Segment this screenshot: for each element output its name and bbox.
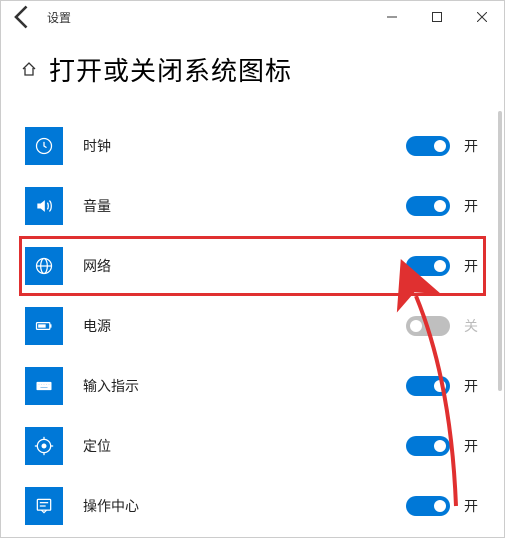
setting-row-input: 输入指示 开 <box>19 356 486 416</box>
toggle-state-label: 开 <box>464 376 486 396</box>
setting-row-network: 网络 开 <box>19 236 486 296</box>
toggle-input[interactable] <box>406 376 450 396</box>
window-title: 设置 <box>47 9 71 26</box>
location-icon <box>25 427 63 465</box>
toggle-state-label: 开 <box>464 256 486 276</box>
page-title: 打开或关闭系统图标 <box>49 51 292 88</box>
setting-label: 音量 <box>83 196 406 216</box>
minimize-button[interactable] <box>369 1 414 33</box>
setting-label: 输入指示 <box>83 376 406 396</box>
toggle-clock[interactable] <box>406 136 450 156</box>
toggle-location[interactable] <box>406 436 450 456</box>
toggle-action[interactable] <box>406 496 450 516</box>
setting-label: 定位 <box>83 436 406 456</box>
clock-icon <box>25 127 63 165</box>
network-icon <box>25 247 63 285</box>
setting-row-location: 定位 开 <box>19 416 486 476</box>
toggle-volume[interactable] <box>406 196 450 216</box>
scrollbar[interactable] <box>498 111 502 391</box>
page-header: 打开或关闭系统图标 <box>1 33 504 116</box>
power-icon <box>25 307 63 345</box>
maximize-button[interactable] <box>414 1 459 33</box>
setting-row-clock: 时钟 开 <box>19 116 486 176</box>
setting-row-volume: 音量 开 <box>19 176 486 236</box>
toggle-power[interactable] <box>406 316 450 336</box>
setting-label: 电源 <box>83 316 406 336</box>
toggle-network[interactable] <box>406 256 450 276</box>
setting-label: 时钟 <box>83 136 406 156</box>
setting-row-power: 电源 关 <box>19 296 486 356</box>
setting-row-action: 操作中心 开 <box>19 476 486 536</box>
home-icon[interactable] <box>21 61 37 82</box>
toggle-state-label: 开 <box>464 196 486 216</box>
toggle-state-label: 开 <box>464 436 486 456</box>
setting-label: 网络 <box>83 256 406 276</box>
volume-icon <box>25 187 63 225</box>
toggle-state-label: 开 <box>464 496 486 516</box>
action-icon <box>25 487 63 525</box>
titlebar: 设置 <box>1 1 504 33</box>
setting-label: 操作中心 <box>83 496 406 516</box>
back-button[interactable] <box>9 3 37 31</box>
toggle-state-label: 关 <box>464 316 486 336</box>
settings-list: 时钟开音量开网络开电源关输入指示开定位开操作中心开 <box>1 116 504 536</box>
input-icon <box>25 367 63 405</box>
close-button[interactable] <box>459 1 504 33</box>
toggle-state-label: 开 <box>464 136 486 156</box>
